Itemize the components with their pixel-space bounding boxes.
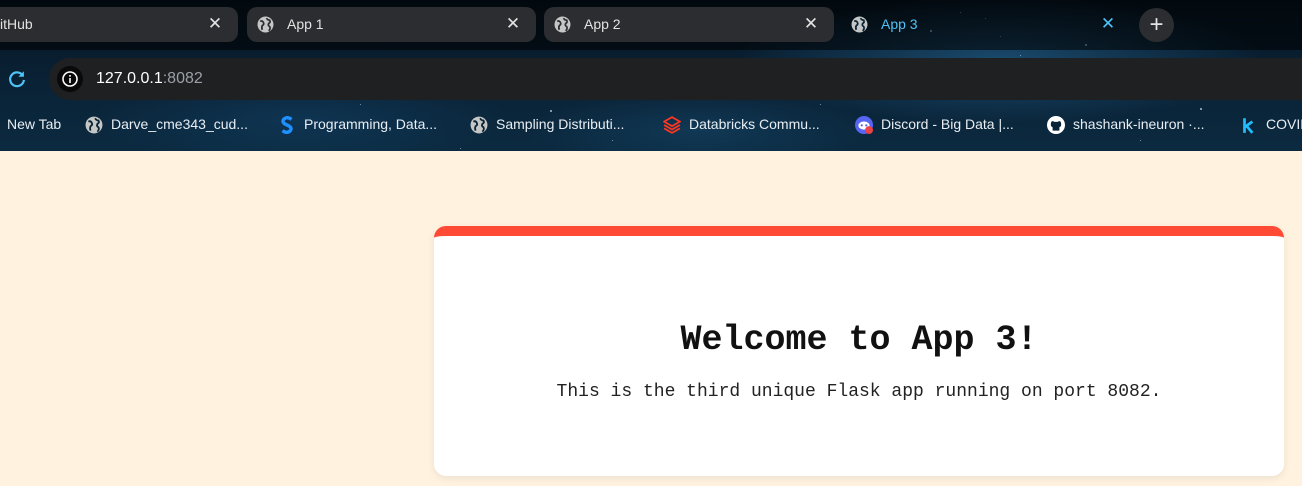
bookmark-discord[interactable]: Discord - Big Data |... <box>881 116 1014 132</box>
close-icon[interactable]: ✕ <box>1099 15 1117 33</box>
close-icon[interactable]: ✕ <box>206 15 224 33</box>
bookmark-databricks[interactable]: Databricks Commu... <box>689 116 820 132</box>
tab-title: App 2 <box>584 16 621 32</box>
s-logo-icon <box>281 116 293 134</box>
reload-icon[interactable] <box>6 68 28 90</box>
welcome-card: Welcome to App 3! This is the third uniq… <box>434 226 1284 476</box>
tab-title: App 3 <box>881 16 918 32</box>
globe-icon <box>257 16 274 33</box>
tab-app-1[interactable]: App 1 ✕ <box>247 7 536 42</box>
k-logo-icon <box>1243 118 1254 134</box>
bookmark-github[interactable]: shashank-ineuron ·... <box>1073 116 1205 132</box>
globe-icon <box>554 16 571 33</box>
tab-app-3-active[interactable]: App 3 ✕ <box>841 7 1131 42</box>
url-host: 127.0.0.1 <box>96 70 163 87</box>
new-tab-button[interactable]: + <box>1139 8 1174 42</box>
url-text[interactable]: 127.0.0.1:8082 <box>96 70 203 88</box>
bookmark-covid[interactable]: COVID <box>1266 116 1302 132</box>
databricks-icon <box>663 116 681 134</box>
page-description: This is the third unique Flask app runni… <box>556 382 1162 402</box>
close-icon[interactable]: ✕ <box>802 15 820 33</box>
address-bar[interactable] <box>49 58 1302 100</box>
tab-title: itHub <box>0 16 33 32</box>
bookmark-new-tab[interactable]: New Tab <box>7 116 61 132</box>
bookmark-programming[interactable]: Programming, Data... <box>304 116 437 132</box>
url-port: :8082 <box>162 70 203 87</box>
globe-icon <box>85 116 103 134</box>
tab-title: App 1 <box>287 16 324 32</box>
discord-icon <box>855 116 873 134</box>
close-icon[interactable]: ✕ <box>504 15 522 33</box>
page-heading: Welcome to App 3! <box>680 320 1038 360</box>
browser-chrome: itHub ✕ App 1 ✕ App 2 ✕ App 3 ✕ + 127.0.… <box>0 0 1302 151</box>
bookmark-sampling[interactable]: Sampling Distributi... <box>496 116 624 132</box>
tab-app-2[interactable]: App 2 ✕ <box>544 7 834 42</box>
tab-github[interactable]: itHub ✕ <box>0 7 238 42</box>
globe-icon <box>470 116 488 134</box>
globe-icon <box>851 16 868 33</box>
site-info-icon[interactable] <box>57 66 83 92</box>
bookmark-darve[interactable]: Darve_cme343_cud... <box>111 116 248 132</box>
github-icon <box>1047 116 1065 134</box>
